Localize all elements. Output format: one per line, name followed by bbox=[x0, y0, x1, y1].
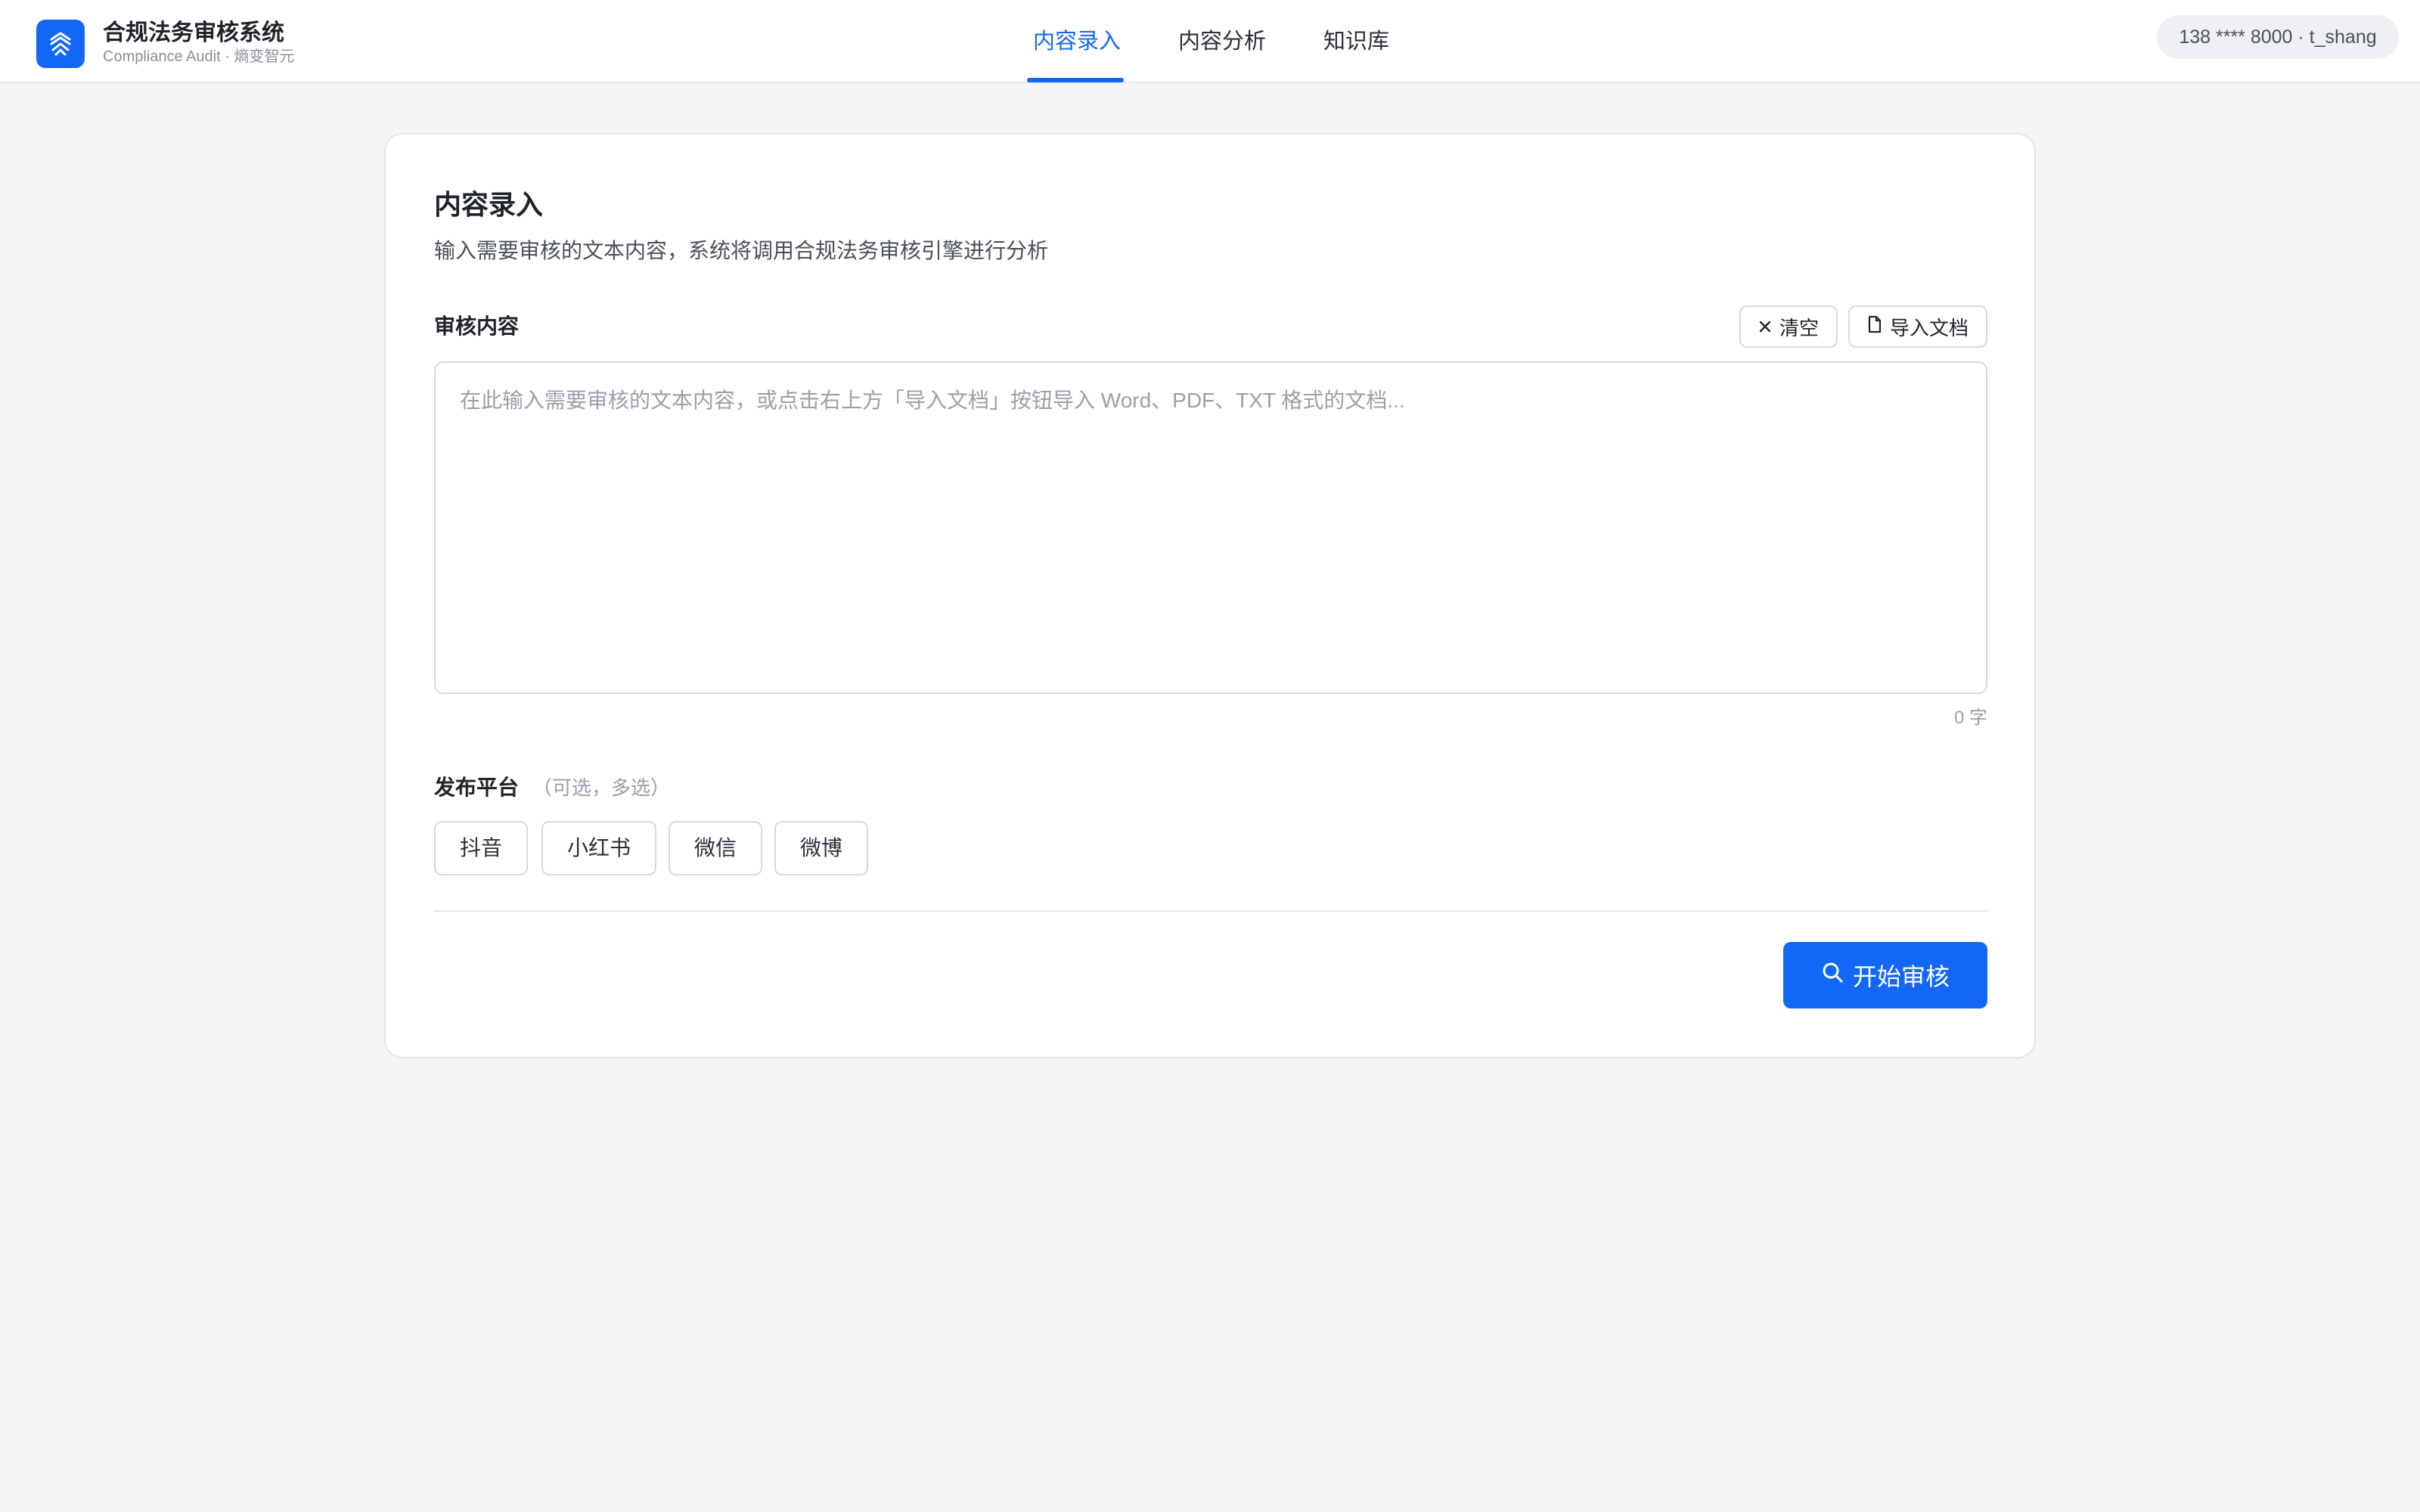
platform-chip-douyin[interactable]: 抖音 bbox=[434, 821, 528, 875]
import-document-button[interactable]: 导入文档 bbox=[1848, 305, 1987, 348]
start-audit-label: 开始审核 bbox=[1852, 963, 1950, 990]
platform-chip-xiaohongshu[interactable]: 小红书 bbox=[541, 821, 656, 875]
content-entry-card: 内容录入 输入需要审核的文本内容，系统将调用合规法务审核引擎进行分析 审核内容 … bbox=[384, 133, 2036, 1058]
tab-content-analysis[interactable]: 内容分析 bbox=[1178, 0, 1266, 83]
platform-label: 发布平台 bbox=[434, 776, 520, 799]
document-icon bbox=[1867, 315, 1882, 339]
active-tab-indicator bbox=[1027, 78, 1124, 82]
clear-button-label: 清空 bbox=[1779, 316, 1819, 339]
card-title: 内容录入 bbox=[434, 189, 544, 220]
platform-chip-weibo[interactable]: 微博 bbox=[774, 821, 868, 875]
platform-hint: （可选，多选） bbox=[532, 776, 671, 799]
app-title: 合规法务审核系统 bbox=[103, 20, 284, 45]
logo-mark-icon[interactable] bbox=[36, 20, 85, 68]
start-audit-button[interactable]: 开始审核 bbox=[1783, 942, 1987, 1009]
audit-content-textarea[interactable] bbox=[434, 361, 1987, 694]
import-button-label: 导入文档 bbox=[1889, 316, 1969, 339]
platform-chip-wechat[interactable]: 微信 bbox=[669, 821, 762, 875]
audit-content-label: 审核内容 bbox=[434, 314, 520, 338]
user-account-pill[interactable]: 138 **** 8000 · t_shang bbox=[2157, 15, 2399, 59]
top-header: 合规法务审核系统 Compliance Audit · 熵变智元 内容录入 内容… bbox=[0, 0, 2420, 83]
search-icon bbox=[1821, 961, 1844, 990]
tab-knowledge-base[interactable]: 知识库 bbox=[1323, 0, 1389, 83]
close-icon bbox=[1758, 315, 1772, 339]
section-divider bbox=[434, 910, 1987, 912]
app-subtitle: Compliance Audit · 熵变智元 bbox=[103, 48, 295, 65]
clear-button[interactable]: 清空 bbox=[1739, 305, 1838, 348]
char-count: 0 字 bbox=[1953, 708, 1987, 728]
card-description: 输入需要审核的文本内容，系统将调用合规法务审核引擎进行分析 bbox=[434, 239, 1049, 262]
tab-content-entry[interactable]: 内容录入 bbox=[1033, 0, 1121, 83]
